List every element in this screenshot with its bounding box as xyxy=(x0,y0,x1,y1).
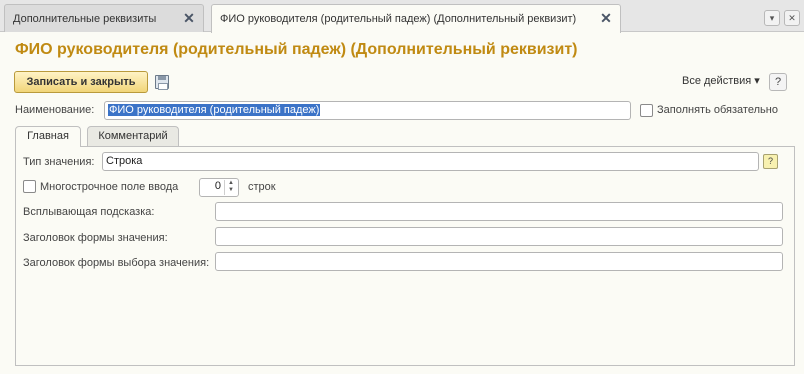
tab-strip: Дополнительные реквизиты ✕ ФИО руководит… xyxy=(0,0,804,33)
tab-main[interactable]: Главная xyxy=(15,126,81,147)
form-title-field[interactable] xyxy=(215,227,783,246)
tooltip-label: Всплывающая подсказка: xyxy=(23,206,155,218)
rows-unit-label: строк xyxy=(248,181,276,193)
name-value: ФИО руководителя (родительный падеж) xyxy=(108,104,321,116)
chevron-down-icon[interactable]: ▾ xyxy=(764,10,780,26)
form-title-label: Заголовок формы значения: xyxy=(23,232,168,244)
tab-additional-attributes[interactable]: Дополнительные реквизиты ✕ xyxy=(4,4,204,32)
save-and-close-button[interactable]: Записать и закрыть xyxy=(14,71,148,93)
rows-value: 0 xyxy=(214,180,221,192)
name-label: Наименование: xyxy=(15,104,95,116)
tab-current-attribute[interactable]: ФИО руководителя (родительный падеж) (До… xyxy=(211,4,621,33)
name-field[interactable]: ФИО руководителя (родительный падеж) xyxy=(104,101,631,120)
close-icon[interactable]: ✕ xyxy=(600,11,612,25)
required-label: Заполнять обязательно xyxy=(657,104,778,116)
choice-form-title-label: Заголовок формы выбора значения: xyxy=(23,257,210,269)
close-icon[interactable]: ✕ xyxy=(183,11,195,25)
rows-stepper[interactable]: 0 ▲ ▼ xyxy=(199,178,239,197)
tooltip-field[interactable] xyxy=(215,202,783,221)
close-all-icon[interactable]: ✕ xyxy=(784,10,800,26)
tab-label: Дополнительные реквизиты xyxy=(13,12,157,25)
multiline-checkbox[interactable] xyxy=(23,180,36,193)
multiline-label: Многострочное поле ввода xyxy=(40,181,179,193)
all-actions-menu[interactable]: Все действия ▾ xyxy=(682,74,760,87)
save-icon[interactable] xyxy=(155,75,169,90)
tab-comment[interactable]: Комментарий xyxy=(87,126,179,146)
page-title: ФИО руководителя (родительный падеж) (До… xyxy=(15,41,578,58)
value-type-field[interactable]: Строка xyxy=(102,152,759,171)
value-type-label: Тип значения: xyxy=(23,156,95,168)
question-icon[interactable]: ? xyxy=(763,154,778,169)
tab-label: ФИО руководителя (родительный падеж) (До… xyxy=(220,13,577,25)
stepper-arrows-icon[interactable]: ▲ ▼ xyxy=(224,180,237,195)
help-button[interactable]: ? xyxy=(769,73,787,91)
required-checkbox[interactable] xyxy=(640,104,653,117)
choice-form-title-field[interactable] xyxy=(215,252,783,271)
